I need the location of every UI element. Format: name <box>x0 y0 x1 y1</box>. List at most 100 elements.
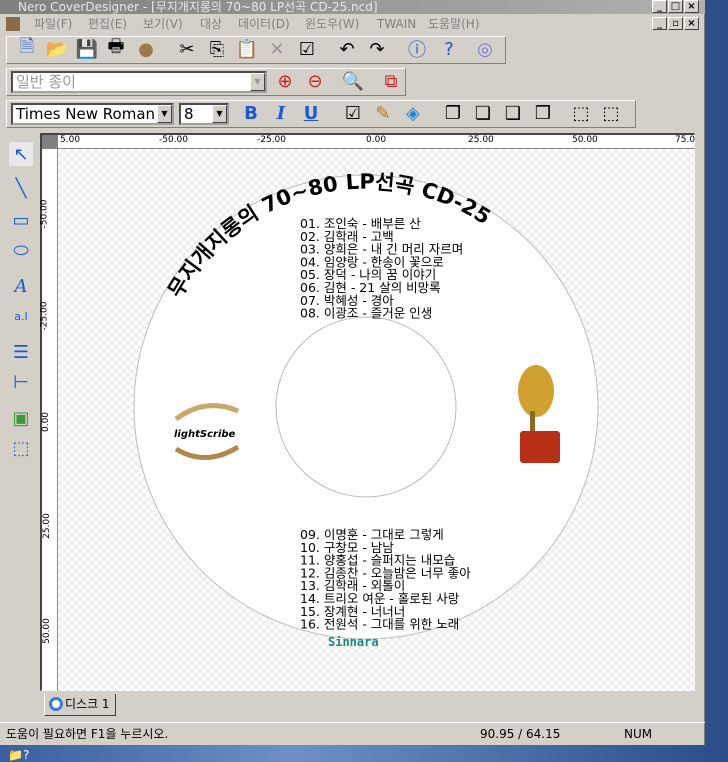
artistic-text-icon[interactable]: A <box>9 274 33 298</box>
status-num-lock: NUM <box>624 727 653 741</box>
menu-twain[interactable]: TWAIN <box>377 14 416 34</box>
text-box-icon[interactable]: a.I <box>9 304 33 328</box>
underline-button[interactable]: U <box>299 101 323 125</box>
tree-icon[interactable]: ⊢ <box>9 370 33 394</box>
font-size-value: 8 <box>184 105 194 123</box>
menu-file[interactable]: 파일(F) <box>34 14 72 34</box>
open-icon[interactable]: 📂 <box>45 37 69 61</box>
doc-minimize-button[interactable]: _ <box>652 17 667 30</box>
ruler-label: 75.0 <box>675 135 696 145</box>
menu-edit[interactable]: 편집(E) <box>88 14 127 34</box>
maximize-button[interactable]: □ <box>668 0 683 13</box>
status-bar: 도움이 필요하면 F1을 누르시오. 90.95 / 64.15 NUM <box>0 722 705 744</box>
chevron-down-icon[interactable]: ▼ <box>157 105 172 123</box>
ruler-label: 50.00 <box>572 135 598 145</box>
menu-view[interactable]: 보기(V) <box>143 14 183 34</box>
tools-toolbar: ↖ ╲ ▭ ⬭ A a.I ☰ ⊢ ▣ ⬚ <box>6 134 36 694</box>
font-family-select[interactable]: Times New Roman ▼ <box>11 103 174 125</box>
ungroup-icon[interactable]: ⬚ <box>599 101 623 125</box>
bring-forward-icon[interactable]: ❏ <box>471 101 495 125</box>
bring-front-icon[interactable]: ❐ <box>441 101 465 125</box>
font-size-select[interactable]: 8 ▼ <box>179 103 229 125</box>
ruler-label: -25.00 <box>257 135 287 145</box>
chevron-down-icon[interactable]: ▼ <box>250 73 265 91</box>
tab-bar: 디스크 1 <box>40 694 695 718</box>
doc-close-button[interactable]: × <box>684 17 699 30</box>
lightscribe-logo-text: lightScribe <box>174 429 236 440</box>
group-icon[interactable]: ⬚ <box>569 101 593 125</box>
menu-help[interactable]: 도움말(H) <box>428 14 480 34</box>
zoom-out-icon[interactable]: ⊖ <box>303 69 327 93</box>
undo-icon[interactable]: ↶ <box>335 37 359 61</box>
track-item: 08. 이광조 - 즐거운 인생 <box>300 306 432 321</box>
zoom-page-icon[interactable]: 🔍 <box>341 69 365 93</box>
print-icon[interactable]: 🖶 <box>104 36 128 61</box>
select-icon[interactable]: ↖ <box>9 142 33 166</box>
format-toolbar: Times New Roman ▼ 8 ▼ B I U ☑ ✎ ◈ ❐ ❏ ❑ ❒ … <box>6 100 636 128</box>
minimize-button[interactable]: _ <box>652 0 667 13</box>
menu-object[interactable]: 대상 <box>200 14 222 34</box>
disc-icon <box>49 697 63 711</box>
ruler-label: 0.00 <box>366 135 387 145</box>
tab-label: 디스크 1 <box>65 697 110 711</box>
doc-restore-button[interactable]: ▫ <box>668 17 683 30</box>
pencil-icon[interactable]: ✎ <box>371 101 395 125</box>
cut-icon[interactable]: ✂ <box>175 37 199 61</box>
close-button[interactable]: × <box>684 0 699 13</box>
copy-icon[interactable]: ⎘ <box>205 37 229 61</box>
app-window: Nero CoverDesigner - [무지개지롱의 70~80 LP선곡 … <box>0 0 705 745</box>
paste-icon[interactable]: 📋 <box>235 37 259 61</box>
font-family-value: Times New Roman <box>16 105 156 123</box>
tab-disc-1[interactable]: 디스크 1 <box>44 694 116 716</box>
status-help-text: 도움이 필요하면 F1을 누르시오. <box>6 727 169 741</box>
view-toolbar: 일반 종이 ▼ ⊕ ⊖ 🔍 ⧉ <box>6 68 406 96</box>
chevron-down-icon[interactable]: ▼ <box>212 105 227 123</box>
title-bar: Nero CoverDesigner - [무지개지롱의 70~80 LP선곡 … <box>0 0 705 14</box>
ruler-label: -50.00 <box>159 135 189 145</box>
fill-icon[interactable]: ◈ <box>401 101 425 125</box>
status-coordinates: 90.95 / 64.15 <box>480 727 561 741</box>
vertical-ruler[interactable]: -50.00 -25.00 0.00 25.00 50.00 <box>39 149 58 691</box>
disc-icon[interactable]: ◎ <box>473 37 497 61</box>
design-canvas[interactable]: 5.00 -50.00 -25.00 0.00 25.00 50.00 75.0… <box>40 133 695 691</box>
track-list-icon[interactable]: ☰ <box>9 340 33 364</box>
save-icon[interactable]: 💾 <box>75 37 99 61</box>
bold-button[interactable]: B <box>239 101 263 125</box>
tray-help-icon[interactable]: 📁? <box>8 748 29 762</box>
cover-page: 무지개지롱의 70~80 LP선곡 CD-25 01. 조인숙 - 배부른 산0… <box>58 149 695 691</box>
delete-icon[interactable]: ✕ <box>265 37 289 61</box>
send-back-icon[interactable]: ❒ <box>531 101 555 125</box>
image-icon[interactable]: ▣ <box>9 406 33 430</box>
disc-label: 무지개지롱의 70~80 LP선곡 CD-25 01. 조인숙 - 배부른 산0… <box>133 170 599 649</box>
standard-toolbar: 🗎 📂 💾 🖶 ● ✂ ⎘ 📋 ✕ ☑ ↶ ↷ ⓘ ? ◎ <box>6 36 506 64</box>
rectangle-icon[interactable]: ▭ <box>9 208 33 232</box>
ruler-label: 50.00 <box>41 618 52 644</box>
edit-object-icon[interactable]: ☑ <box>341 101 365 125</box>
zoom-selection-icon[interactable]: ⧉ <box>379 69 403 93</box>
send-backward-icon[interactable]: ❑ <box>501 101 525 125</box>
redo-icon[interactable]: ↷ <box>365 37 389 61</box>
menu-window[interactable]: 윈도우(W) <box>305 14 359 34</box>
italic-button[interactable]: I <box>269 101 293 125</box>
footer-text[interactable]: Sinnara <box>328 635 379 649</box>
ruler-label: 25.00 <box>41 513 52 539</box>
paper-type-select[interactable]: 일반 종이 ▼ <box>11 71 267 93</box>
lightscribe-icon[interactable]: ● <box>134 37 158 61</box>
ruler-label: -50.00 <box>39 199 50 229</box>
new-icon[interactable]: 🗎 <box>15 36 39 61</box>
info-icon[interactable]: ⓘ <box>405 37 429 61</box>
field-icon[interactable]: ⬚ <box>9 436 33 460</box>
ruler-label: 5.00 <box>60 135 81 145</box>
help-icon[interactable]: ? <box>437 37 461 61</box>
line-icon[interactable]: ╲ <box>9 176 33 200</box>
horizontal-ruler[interactable]: 5.00 -50.00 -25.00 0.00 25.00 50.00 75.0 <box>58 135 695 149</box>
document-icon <box>6 17 20 31</box>
zoom-in-icon[interactable]: ⊕ <box>273 69 297 93</box>
paper-type-value: 일반 종이 <box>16 73 76 91</box>
ellipse-icon[interactable]: ⬭ <box>9 238 33 262</box>
properties-icon[interactable]: ☑ <box>295 37 319 61</box>
menu-bar: 파일(F) 편집(E) 보기(V) 대상 데이터(D) 윈도우(W) TWAIN… <box>0 14 705 34</box>
menu-data[interactable]: 데이터(D) <box>238 14 290 34</box>
ruler-label: 0.00 <box>41 411 52 433</box>
track-item: 16. 전원석 - 그대를 위한 노래 <box>300 617 459 632</box>
